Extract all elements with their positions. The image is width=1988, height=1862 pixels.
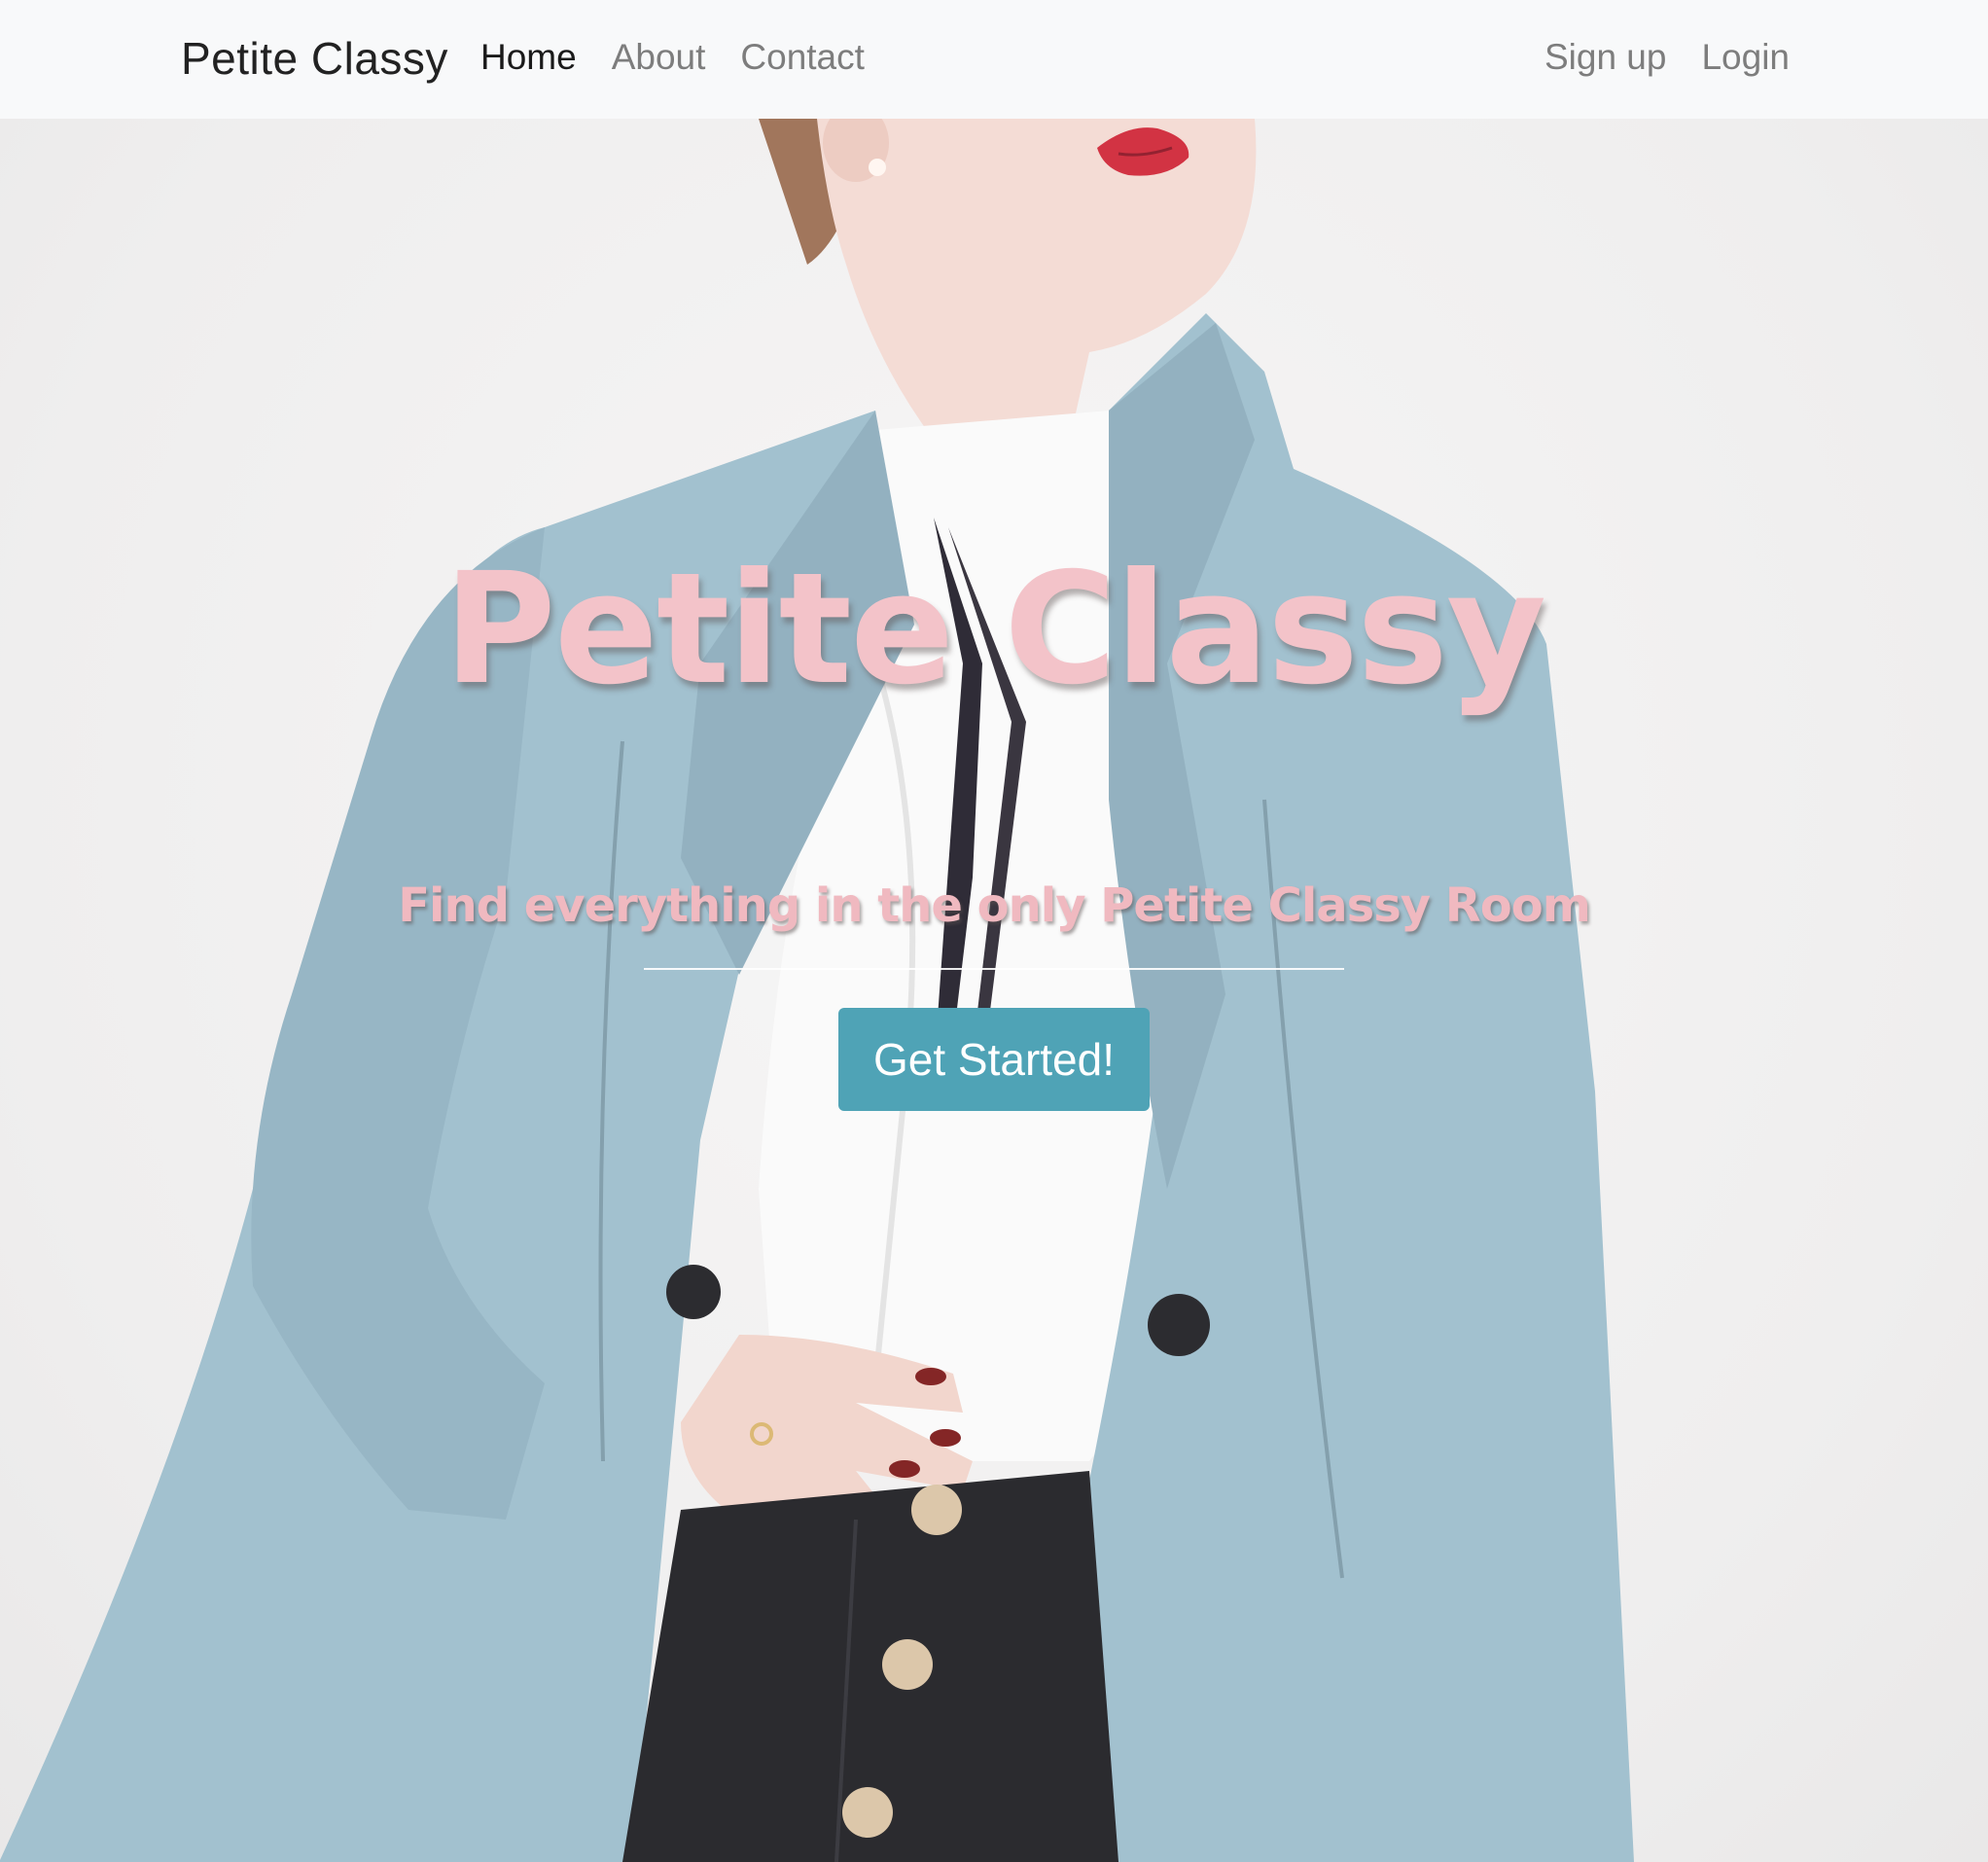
main-nav: Home About Contact	[480, 35, 865, 80]
auth-nav: Sign up Login	[1544, 35, 1790, 80]
nav-signup[interactable]: Sign up	[1544, 35, 1667, 80]
get-started-button[interactable]: Get Started!	[838, 1008, 1150, 1111]
nav-contact[interactable]: Contact	[740, 35, 865, 80]
hero-subtitle: Find everything in the only Petite Class…	[398, 878, 1590, 933]
nav-login[interactable]: Login	[1701, 35, 1790, 80]
nav-about[interactable]: About	[612, 35, 706, 80]
hero-divider	[644, 968, 1344, 970]
hero-section: Petite Classy Find everything in the onl…	[0, 119, 1988, 1862]
nav-home[interactable]: Home	[480, 35, 577, 80]
navbar: Petite Classy Home About Contact Sign up…	[0, 0, 1988, 119]
hero-title: Petite Classy	[443, 540, 1546, 719]
page: Petite Classy Home About Contact Sign up…	[0, 0, 1988, 1862]
brand-link[interactable]: Petite Classy	[181, 31, 448, 86]
hero-background-image	[0, 119, 1988, 1862]
